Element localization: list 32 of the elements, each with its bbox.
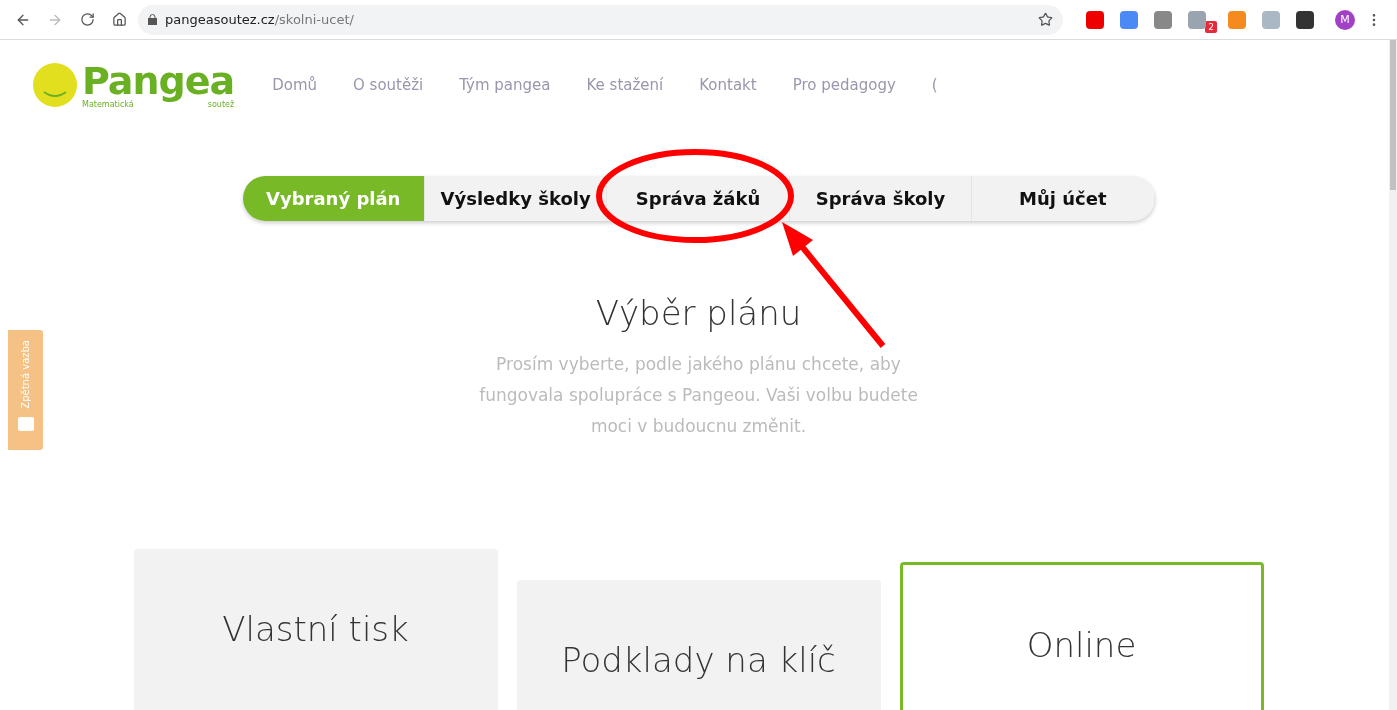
tab[interactable]: Správa školy: [789, 176, 973, 221]
page-heading: Výběr plánu: [594, 293, 803, 333]
nav-link[interactable]: (: [931, 76, 938, 94]
plan-title: Vlastní tisk: [222, 609, 409, 651]
logo-tagline: soutež: [207, 99, 235, 109]
star-icon[interactable]: [1038, 12, 1054, 27]
plan-title: Online: [1026, 625, 1137, 667]
intro-text: Prosím vyberte, podle jakého plánu chcete, aby fungovala spolupráce s Pangeou. Vaši volbu budete moci v budoucnu změnit.: [478, 353, 919, 438]
nav-link[interactable]: Tým pangea: [459, 76, 551, 94]
plan-card[interactable]: Online: [899, 562, 1264, 710]
plan-card[interactable]: Vlastní tisk: [133, 549, 498, 710]
nav-link[interactable]: O soutěži: [353, 76, 424, 94]
address-bar[interactable]: pangeasoutez.cz/skolni-ucet/: [138, 4, 1064, 35]
count-badge: 2: [1205, 20, 1217, 33]
plan-title: Podklady na klíč: [561, 640, 836, 682]
tab[interactable]: Vybraný plán: [242, 176, 425, 221]
scrollbar[interactable]: [1389, 40, 1397, 710]
profile-avatar[interactable]: M: [1335, 9, 1355, 30]
logo-icon: [32, 62, 78, 108]
logo-text[interactable]: Pangea: [82, 61, 235, 100]
tab[interactable]: Výsledky školy: [424, 176, 608, 221]
nav-link[interactable]: Pro pedagogy: [792, 76, 896, 94]
logo-tagline: Matematická: [82, 99, 134, 109]
extension-icon[interactable]: [1296, 10, 1314, 29]
tab[interactable]: Můj účet: [972, 176, 1155, 221]
nav-link[interactable]: Kontakt: [699, 76, 757, 94]
lock-icon: [148, 14, 157, 25]
chat-icon: [17, 416, 34, 431]
plan-card[interactable]: Podklady na klíč: [516, 580, 881, 710]
nav-link[interactable]: Ke stažení: [586, 76, 664, 94]
nav-link[interactable]: Domů: [272, 76, 317, 94]
feedback-tab[interactable]: Zpětná vazba: [8, 330, 43, 450]
